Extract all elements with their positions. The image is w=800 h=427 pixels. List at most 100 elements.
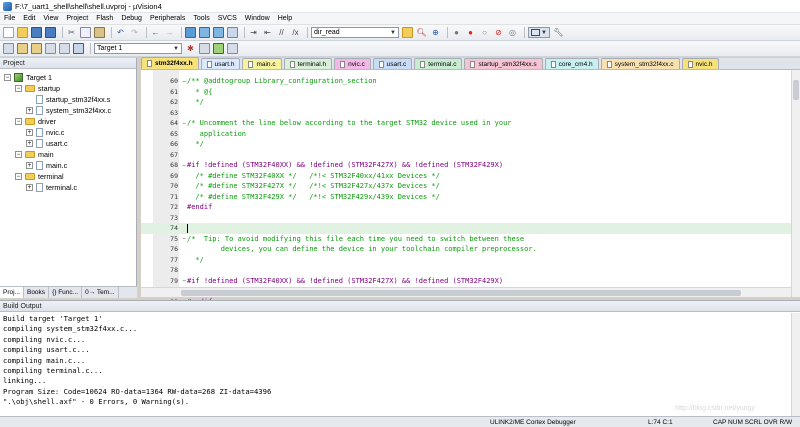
- menu-peripherals[interactable]: Peripherals: [150, 15, 185, 22]
- code-line[interactable]: 73: [141, 213, 791, 224]
- menu-help[interactable]: Help: [278, 15, 292, 22]
- code-line[interactable]: 61 * @{: [141, 87, 791, 98]
- editor-tab[interactable]: main.c: [242, 58, 282, 69]
- code-line[interactable]: 75−/* Tip: To avoid modifying this file …: [141, 234, 791, 245]
- code-line[interactable]: 77 */: [141, 255, 791, 266]
- tree-item[interactable]: − Target 1: [0, 72, 136, 83]
- stop-build-icon[interactable]: [59, 43, 70, 54]
- new-file-icon[interactable]: [3, 27, 14, 38]
- code-line[interactable]: 72 #endif: [141, 202, 791, 213]
- indent-icon[interactable]: ⇥: [248, 27, 259, 38]
- editor-tab[interactable]: nvic.c: [334, 58, 371, 69]
- menu-file[interactable]: File: [4, 15, 15, 22]
- tree-item[interactable]: + nvic.c: [0, 127, 136, 138]
- build-output-scrollbar[interactable]: [791, 313, 800, 417]
- tab-books[interactable]: Books: [24, 287, 50, 298]
- nav-forward-icon[interactable]: →: [164, 27, 175, 38]
- batch-build-icon[interactable]: [45, 43, 56, 54]
- download-icon[interactable]: [73, 43, 84, 54]
- code-line[interactable]: 60−/** @addtogroup Library_configuration…: [141, 76, 791, 87]
- file-extensions-icon[interactable]: [199, 43, 210, 54]
- collapse-icon[interactable]: −: [15, 151, 22, 158]
- expand-icon[interactable]: +: [26, 162, 33, 169]
- editor-tab[interactable]: nvic.h: [681, 58, 719, 69]
- bookmark-prev-icon[interactable]: [199, 27, 210, 38]
- menu-svcs[interactable]: SVCS: [218, 15, 237, 22]
- scroll-thumb[interactable]: [181, 290, 741, 296]
- menu-flash[interactable]: Flash: [96, 15, 113, 22]
- cut-icon[interactable]: ✂: [66, 27, 77, 38]
- tree-item[interactable]: + usart.c: [0, 138, 136, 149]
- code-line[interactable]: 70 /* #define STM32F427X */ /*!< STM32F4…: [141, 181, 791, 192]
- collapse-icon[interactable]: −: [15, 85, 22, 92]
- tree-item[interactable]: − startup: [0, 83, 136, 94]
- incremental-find-icon[interactable]: ⊕: [430, 27, 441, 38]
- editor-tab[interactable]: startup_stm32f4xx.s: [464, 58, 543, 69]
- find-icon[interactable]: 🔍︎: [416, 27, 427, 38]
- editor-tab[interactable]: terminal.h: [283, 58, 333, 69]
- collapse-icon[interactable]: −: [4, 74, 11, 81]
- bookmark-next-icon[interactable]: [213, 27, 224, 38]
- editor-tab[interactable]: terminal.c: [414, 58, 463, 69]
- bookmark-icon[interactable]: [185, 27, 196, 38]
- tree-item[interactable]: + system_stm32f4xx.c: [0, 105, 136, 116]
- copy-icon[interactable]: [80, 27, 91, 38]
- manage-components-icon[interactable]: [213, 43, 224, 54]
- code-line[interactable]: 71 /* #define STM32F429X */ /*!< STM32F4…: [141, 192, 791, 203]
- editor-tab[interactable]: usart.h: [200, 58, 241, 69]
- code-line[interactable]: 63: [141, 108, 791, 119]
- editor-tab[interactable]: system_stm32f4xx.c: [600, 58, 680, 69]
- translate-icon[interactable]: [3, 43, 14, 54]
- tree-item[interactable]: + terminal.c: [0, 182, 136, 193]
- menu-project[interactable]: Project: [66, 15, 88, 22]
- editor-tab[interactable]: stm32f4xx.h: [141, 57, 199, 69]
- collapse-icon[interactable]: −: [15, 118, 22, 125]
- expand-icon[interactable]: +: [26, 184, 33, 191]
- code-line[interactable]: 69 /* #define STM32F40XX */ /*!< STM32F4…: [141, 171, 791, 182]
- comment-icon[interactable]: //: [276, 27, 287, 38]
- code-line[interactable]: 76 devices, you can define the device in…: [141, 244, 791, 255]
- undo-icon[interactable]: ↶: [115, 27, 126, 38]
- code-line[interactable]: 68− #if !defined (STM32F40XX) && !defined…: [141, 160, 791, 171]
- tree-item[interactable]: + main.c: [0, 160, 136, 171]
- code-line[interactable]: 67: [141, 150, 791, 161]
- expand-icon[interactable]: +: [26, 140, 33, 147]
- code-line[interactable]: 66 */: [141, 139, 791, 150]
- paste-icon[interactable]: [94, 27, 105, 38]
- expand-icon[interactable]: +: [26, 107, 33, 114]
- tab-project[interactable]: Proj...: [0, 287, 24, 298]
- tree-item[interactable]: − driver: [0, 116, 136, 127]
- target-options-icon[interactable]: ✱: [185, 43, 196, 54]
- expand-icon[interactable]: +: [26, 129, 33, 136]
- nav-back-icon[interactable]: ←: [150, 27, 161, 38]
- code-line[interactable]: 79− #if !defined (STM32F40XX) && !defined…: [141, 276, 791, 287]
- menu-tools[interactable]: Tools: [193, 15, 209, 22]
- unindent-icon[interactable]: ⇤: [262, 27, 273, 38]
- uncomment-icon[interactable]: /x: [290, 27, 301, 38]
- menu-view[interactable]: View: [43, 15, 58, 22]
- code-line[interactable]: 74: [141, 223, 791, 234]
- code-line[interactable]: 64−/* Uncomment the line below according…: [141, 118, 791, 129]
- tree-item[interactable]: − terminal: [0, 171, 136, 182]
- code-line[interactable]: 78: [141, 265, 791, 276]
- tree-item[interactable]: − main: [0, 149, 136, 160]
- code-line[interactable]: 65 application: [141, 129, 791, 140]
- save-icon[interactable]: [31, 27, 42, 38]
- scroll-thumb[interactable]: [793, 80, 799, 100]
- redo-icon[interactable]: ↷: [129, 27, 140, 38]
- target-combo[interactable]: Target 1 ▼: [94, 43, 182, 54]
- tab-templates[interactable]: 0→ Tem...: [82, 287, 119, 298]
- open-folder-icon[interactable]: [17, 27, 28, 38]
- kill-breakpoints-icon[interactable]: ⊘: [493, 27, 504, 38]
- insert-breakpoint-icon[interactable]: ●: [465, 27, 476, 38]
- menu-window[interactable]: Window: [245, 15, 270, 22]
- tab-functions[interactable]: {} Func...: [49, 287, 83, 298]
- save-all-icon[interactable]: [45, 27, 56, 38]
- build-icon[interactable]: [17, 43, 28, 54]
- copy-template-icon[interactable]: [227, 43, 238, 54]
- code-editor[interactable]: 60−/** @addtogroup Library_configuration…: [141, 70, 791, 316]
- tree-item[interactable]: startup_stm32f4xx.s: [0, 94, 136, 105]
- editor-horizontal-scrollbar[interactable]: [141, 287, 791, 297]
- editor-vertical-scrollbar[interactable]: [791, 70, 800, 297]
- menu-debug[interactable]: Debug: [121, 15, 142, 22]
